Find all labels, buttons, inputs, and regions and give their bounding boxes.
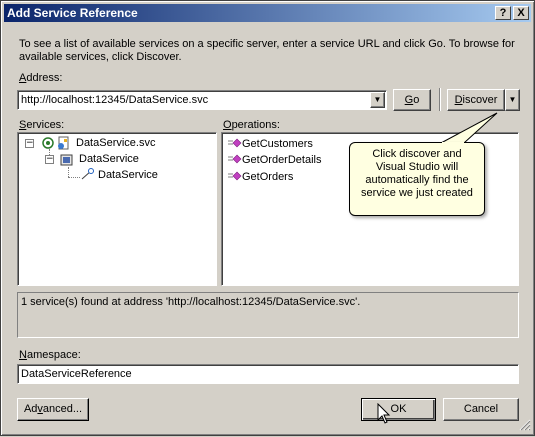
operation-method-icon xyxy=(228,138,242,148)
toolbar-separator xyxy=(439,88,441,111)
description-text: To see a list of available services on a… xyxy=(19,38,515,63)
advanced-button[interactable]: Advanced... xyxy=(17,398,89,421)
address-label: Address: xyxy=(19,72,63,84)
discover-dropdown-button[interactable]: ▼ xyxy=(505,89,520,111)
tree-node-dataservice-endpoint[interactable]: DataService xyxy=(98,169,158,181)
resize-grip-icon[interactable] xyxy=(519,419,531,431)
operation-method-icon xyxy=(228,154,242,164)
tree-node-dataservice-svc[interactable]: DataService.svc xyxy=(76,137,155,149)
operation-item[interactable]: GetOrders xyxy=(228,171,293,183)
status-panel: 1 service(s) found at address 'http://lo… xyxy=(17,292,519,338)
endpoint-icon xyxy=(80,168,94,182)
tree-connector xyxy=(68,167,69,177)
tree-node-dataservice[interactable]: DataService xyxy=(79,153,139,165)
service-file-icon xyxy=(56,136,70,150)
tree-connector xyxy=(68,177,80,178)
callout-line: Visual Studio will xyxy=(375,161,459,173)
operation-label: GetOrderDetails xyxy=(242,154,322,166)
mouse-cursor-icon xyxy=(377,403,391,424)
operation-item[interactable]: GetCustomers xyxy=(228,138,313,150)
expand-toggle-svc[interactable]: − xyxy=(25,139,34,148)
operation-label: GetOrders xyxy=(242,171,294,183)
title-bar[interactable]: Add Service Reference ? X xyxy=(4,4,531,22)
address-input[interactable]: http://localhost:12345/DataService.svc xyxy=(21,94,208,106)
callout-line: Click discover and xyxy=(372,148,462,160)
operation-method-icon xyxy=(228,171,242,181)
callout-line: service we just created xyxy=(361,187,473,199)
service-class-icon xyxy=(60,153,74,167)
service-globe-icon xyxy=(42,137,54,149)
window-title: Add Service Reference xyxy=(7,6,138,20)
operations-label: Operations: xyxy=(223,119,280,131)
address-dropdown-button[interactable]: ▼ xyxy=(370,92,385,108)
add-service-reference-dialog: Add Service Reference ? X To see a list … xyxy=(0,0,535,436)
callout-line: automatically find the xyxy=(365,174,469,186)
expand-toggle-dataservice[interactable]: − xyxy=(45,155,54,164)
operation-item[interactable]: GetOrderDetails xyxy=(228,154,321,166)
callout-tooltip: Click discover and Visual Studio will au… xyxy=(349,142,485,216)
tree-connector xyxy=(49,149,50,155)
namespace-input[interactable]: DataServiceReference xyxy=(21,368,132,380)
namespace-label: Namespace: xyxy=(19,349,81,361)
cancel-button[interactable]: Cancel xyxy=(443,398,519,421)
go-button[interactable]: Go xyxy=(393,89,431,111)
namespace-field[interactable]: DataServiceReference xyxy=(17,364,519,384)
address-combobox[interactable]: http://localhost:12345/DataService.svc ▼ xyxy=(17,90,387,110)
operation-label: GetCustomers xyxy=(242,138,313,150)
status-text: 1 service(s) found at address 'http://lo… xyxy=(21,296,361,308)
ok-button[interactable]: OK xyxy=(361,398,436,421)
callout-joint xyxy=(442,142,464,144)
services-tree[interactable]: − DataService.svc − DataService DataServ… xyxy=(17,132,217,286)
discover-button[interactable]: Discover xyxy=(447,89,505,111)
close-button[interactable]: X xyxy=(513,6,529,20)
help-button[interactable]: ? xyxy=(495,6,511,20)
services-label: Services: xyxy=(19,119,65,131)
